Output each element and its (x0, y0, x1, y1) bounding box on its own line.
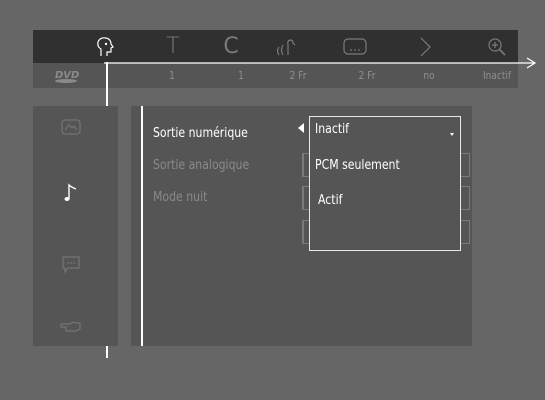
picture-icon[interactable] (33, 112, 108, 142)
dropdown-option-actif[interactable]: Actif (318, 193, 342, 208)
menu-item-sortie-analogique[interactable]: Sortie analogique (153, 158, 249, 173)
sidebar (33, 106, 118, 346)
dropdown-option-pcm[interactable]: PCM seulement (315, 158, 400, 173)
sortie-numerique-dropdown[interactable]: Inactif PCM seulement Actif (309, 116, 461, 251)
panel-divider (141, 106, 143, 346)
music-note-icon[interactable] (33, 178, 108, 208)
dvd-logo: DVD (33, 63, 108, 88)
dropdown-arrow-icon (450, 133, 454, 136)
menu-item-mode-nuit[interactable]: Mode nuit (153, 190, 207, 205)
menu-item-sortie-numerique[interactable]: Sortie numérique (153, 126, 248, 141)
pointer-line (104, 57, 537, 69)
hand-pointer-icon[interactable] (33, 311, 108, 341)
selection-arrow-icon (298, 123, 304, 133)
dropdown-current-value[interactable]: Inactif (315, 122, 349, 137)
speech-bubble-icon[interactable] (33, 249, 108, 279)
